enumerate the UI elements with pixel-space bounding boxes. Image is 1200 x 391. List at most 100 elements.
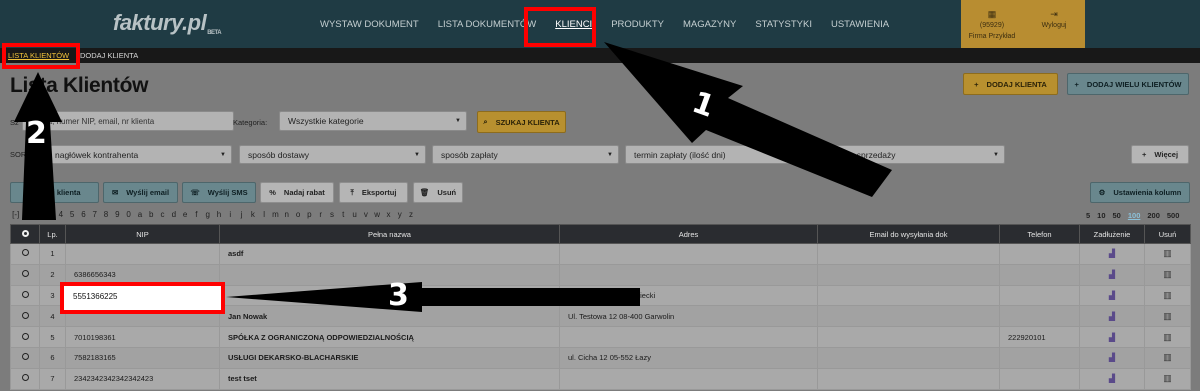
cell-name[interactable]: [219, 284, 560, 307]
cell-name[interactable]: SPÓŁKA Z OGRANICZONĄ ODPOWIEDZIALNOŚCIĄ: [219, 326, 560, 348]
cell-delete[interactable]: ▥: [1144, 263, 1191, 286]
page-size-option[interactable]: 10: [1097, 211, 1105, 220]
cell-name[interactable]: asdf: [219, 243, 560, 265]
column-settings-button[interactable]: ⚙ Ustawienia kolumn: [1090, 182, 1190, 203]
letter-filter-item[interactable]: 8: [100, 210, 111, 219]
letter-filter-item[interactable]: k: [247, 210, 258, 219]
column-header[interactable]: Email do wysyłania dok: [817, 224, 1000, 244]
export-button[interactable]: ⤒ Eksportuj: [339, 182, 408, 203]
table-row[interactable]: 5 7010198361 SPÓŁKA Z OGRANICZONĄ ODPOWI…: [10, 326, 1191, 348]
cell-debt[interactable]: ▟: [1079, 305, 1145, 328]
row-select[interactable]: [10, 243, 40, 265]
column-header[interactable]: Adres: [559, 224, 818, 244]
nav-ustawienia[interactable]: USTAWIENIA: [831, 19, 889, 30]
nav-produkty[interactable]: PRODUKTY: [611, 19, 664, 30]
cell-nip[interactable]: 5551366225: [65, 284, 220, 307]
send-sms-button[interactable]: ☏ Wyślij SMS: [182, 182, 256, 203]
letter-filter-item[interactable]: u: [349, 210, 360, 219]
logout-button[interactable]: ⇥ Wyloguj: [1023, 0, 1085, 48]
subnav-lista-klientow[interactable]: LISTA KLIENTÓW: [8, 51, 69, 60]
column-header[interactable]: Usuń: [1144, 224, 1191, 244]
cell-debt[interactable]: ▟: [1079, 243, 1145, 265]
page-size-option[interactable]: 500: [1167, 211, 1180, 220]
discount-button[interactable]: % Nadaj rabat: [260, 182, 334, 203]
delete-button[interactable]: 🗑 Usuń: [413, 182, 463, 203]
column-header[interactable]: Lp.: [39, 224, 66, 244]
letter-filter-item[interactable]: g: [202, 210, 213, 219]
letter-filter-item[interactable]: 1: [21, 210, 32, 219]
cell-nip[interactable]: 7010198361: [65, 326, 220, 348]
table-row[interactable]: 3 5551366225 ...25 Grodzisk Mazowiecki ▟…: [10, 284, 1191, 307]
app-logo[interactable]: faktury.plBETA: [113, 10, 222, 36]
cell-name[interactable]: [219, 263, 560, 286]
column-header[interactable]: Pełna nazwa: [219, 224, 560, 244]
letter-filter-item[interactable]: c: [157, 210, 168, 219]
letter-filter-item[interactable]: 7: [89, 210, 100, 219]
row-select[interactable]: [10, 263, 40, 286]
page-size-option[interactable]: 50: [1113, 211, 1121, 220]
letter-filter-item[interactable]: 3: [44, 210, 55, 219]
letter-filter-item[interactable]: m: [270, 210, 281, 219]
search-client-button[interactable]: ⌕ SZUKAJ KLIENTA: [477, 111, 566, 133]
client-action-button[interactable]: ⤓ ...taj klienta: [10, 182, 99, 203]
letter-filter-item[interactable]: x: [383, 210, 394, 219]
row-select[interactable]: [10, 367, 40, 390]
more-filters-button[interactable]: + Więcej: [1131, 145, 1189, 164]
letter-filter-item[interactable]: d: [168, 210, 179, 219]
row-select[interactable]: [10, 305, 40, 328]
letter-filter-item[interactable]: w: [372, 210, 383, 219]
letter-filter-item[interactable]: s: [326, 210, 337, 219]
letter-filter-item[interactable]: z: [405, 210, 416, 219]
cell-nip[interactable]: 2342342342342342423: [65, 367, 220, 390]
cell-delete[interactable]: ▥: [1144, 346, 1191, 369]
nav-wystaw-dokument[interactable]: WYSTAW DOKUMENT: [320, 19, 419, 30]
column-header[interactable]: NIP: [65, 224, 220, 244]
table-row[interactable]: 1 asdf ▟ ▥: [10, 243, 1191, 265]
letter-filter-item[interactable]: n: [281, 210, 292, 219]
letter-filter-item[interactable]: 4: [55, 210, 66, 219]
filter-sklada-sprzedazy[interactable]: ...kłada sprzedaży ▼: [818, 145, 1005, 164]
letter-filter-item[interactable]: t: [338, 210, 349, 219]
letter-filter-item[interactable]: h: [213, 210, 224, 219]
letter-filter-item[interactable]: b: [146, 210, 157, 219]
cell-debt[interactable]: ▟: [1079, 346, 1145, 369]
letter-filter-item[interactable]: y: [394, 210, 405, 219]
letter-filter-item[interactable]: a: [134, 210, 145, 219]
cell-debt[interactable]: ▟: [1079, 263, 1145, 286]
table-row[interactable]: 4 Jan Nowak Ul. Testowa 12 08-400 Garwol…: [10, 305, 1191, 328]
letter-filter-item[interactable]: i: [225, 210, 236, 219]
cell-delete[interactable]: ▥: [1144, 326, 1191, 348]
cell-nip[interactable]: 6386656343: [65, 263, 220, 286]
letter-filter-item[interactable]: e: [179, 210, 190, 219]
cell-debt[interactable]: ▟: [1079, 284, 1145, 307]
company-button[interactable]: ▦ (95929) Firma Przykład: [961, 0, 1023, 48]
row-select[interactable]: [10, 346, 40, 369]
filter-sposob-dostawy[interactable]: sposób dostawy ▼: [239, 145, 426, 164]
select-all-header[interactable]: [10, 224, 40, 244]
category-select[interactable]: Wszystkie kategorie ▼: [279, 111, 467, 131]
table-row[interactable]: 2 6386656343 ▟ ▥: [10, 263, 1191, 286]
column-header[interactable]: Zadłużenie: [1079, 224, 1145, 244]
nav-klienci[interactable]: KLIENCI: [555, 19, 592, 30]
cell-nip[interactable]: 7582183165: [65, 346, 220, 369]
nav-statystyki[interactable]: STATYSTYKI: [755, 19, 812, 30]
letter-filter-item[interactable]: o: [292, 210, 303, 219]
letter-filter-item[interactable]: 9: [112, 210, 123, 219]
letter-filter-item[interactable]: j: [236, 210, 247, 219]
letter-filter-item[interactable]: v: [360, 210, 371, 219]
letter-filter-item[interactable]: p: [304, 210, 315, 219]
filter-termin-zaplaty[interactable]: termin zapłaty (ilość dni) ▼: [625, 145, 812, 164]
row-select[interactable]: [10, 284, 40, 307]
send-email-button[interactable]: ✉ Wyślij email: [103, 182, 178, 203]
letter-filter-item[interactable]: l: [259, 210, 270, 219]
add-client-button[interactable]: + DODAJ KLIENTA: [963, 73, 1058, 95]
subnav-dodaj-klienta[interactable]: DODAJ KLIENTA: [80, 51, 138, 60]
table-row[interactable]: 7 2342342342342342423 test tset ▟ ▥: [10, 367, 1191, 390]
letter-filter-item[interactable]: r: [315, 210, 326, 219]
letter-filter-item[interactable]: 0: [123, 210, 134, 219]
cell-delete[interactable]: ▥: [1144, 305, 1191, 328]
letter-filter-item[interactable]: 6: [78, 210, 89, 219]
nav-magazyny[interactable]: MAGAZYNY: [683, 19, 736, 30]
letter-filter-item[interactable]: 5: [66, 210, 77, 219]
cell-delete[interactable]: ▥: [1144, 284, 1191, 307]
